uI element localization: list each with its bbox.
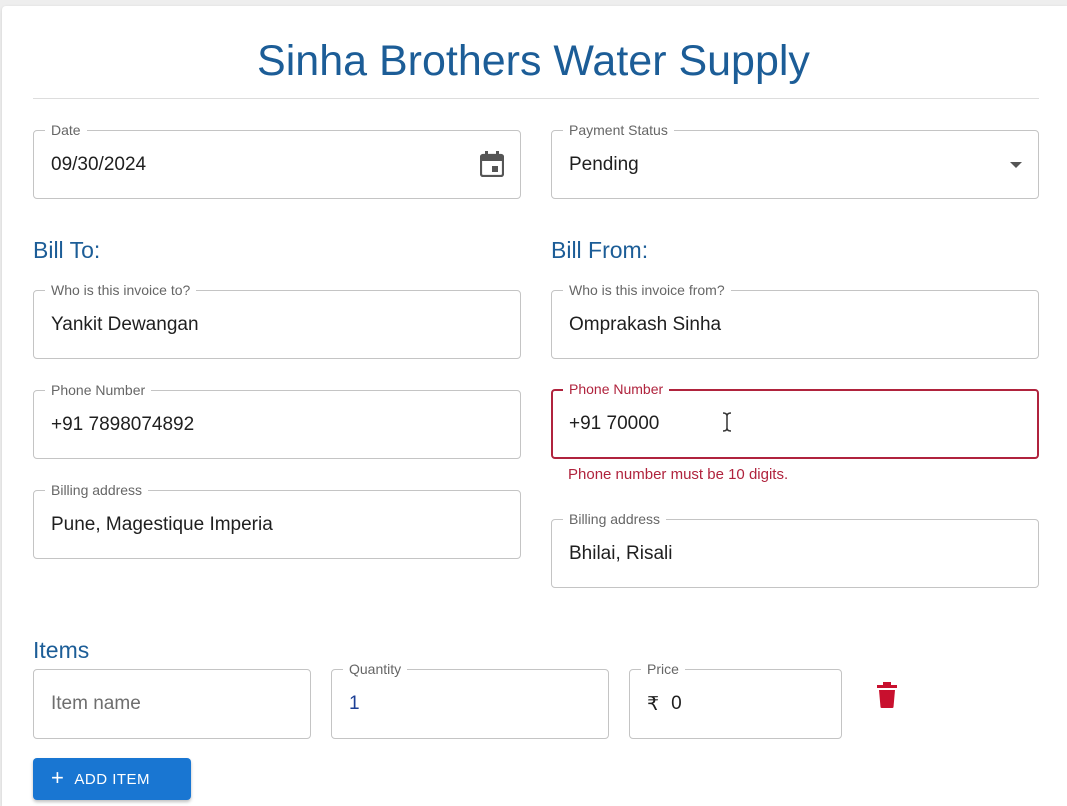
quantity-value: 1 xyxy=(349,693,360,714)
bill-from-phone-input[interactable]: Phone Number +91 70000 xyxy=(551,380,1039,459)
payment-status-select[interactable]: Payment Status Pending xyxy=(551,121,1039,199)
dropdown-caret-icon[interactable] xyxy=(1010,162,1022,168)
text-cursor-icon xyxy=(722,412,732,432)
bill-to-address-input[interactable]: Billing address Pune, Magestique Imperia xyxy=(33,481,521,559)
item-name-placeholder: Item name xyxy=(51,693,141,714)
bill-to-phone-input[interactable]: Phone Number +91 7898074892 xyxy=(33,381,521,459)
payment-status-value: Pending xyxy=(569,153,639,175)
bill-from-name-input[interactable]: Who is this invoice from? Omprakash Sinh… xyxy=(551,281,1039,359)
add-item-button[interactable]: + ADD ITEM xyxy=(33,758,191,800)
phone-error-text: Phone number must be 10 digits. xyxy=(568,466,789,483)
rupee-symbol: ₹ xyxy=(647,693,660,715)
page-title: Sinha Brothers Water Supply xyxy=(257,37,810,85)
bill-to-phone-value: +91 7898074892 xyxy=(51,413,195,435)
bill-from-address-value: Bhilai, Risali xyxy=(569,542,673,564)
bill-from-name-value: Omprakash Sinha xyxy=(569,313,722,335)
bill-to-name-input[interactable]: Who is this invoice to? Yankit Dewangan xyxy=(33,281,521,359)
quantity-input[interactable]: Quantity 1 xyxy=(331,660,609,739)
bill-from-address-input[interactable]: Billing address Bhilai, Risali xyxy=(551,510,1039,588)
bill-to-heading: Bill To: xyxy=(33,237,101,263)
items-heading: Items xyxy=(33,637,90,663)
date-field[interactable]: Date 09/30/2024 xyxy=(33,121,521,199)
bill-to-address-value: Pune, Magestique Imperia xyxy=(51,513,273,535)
bill-from-heading: Bill From: xyxy=(551,237,649,263)
date-value: 09/30/2024 xyxy=(51,153,147,175)
calendar-icon[interactable] xyxy=(480,151,504,177)
plus-icon: + xyxy=(51,765,65,790)
price-value-wrap: ₹ 0 xyxy=(647,670,682,738)
title-divider xyxy=(33,98,1039,99)
price-input[interactable]: Price ₹ 0 xyxy=(629,660,842,739)
bill-from-phone-value: +91 70000 xyxy=(569,413,660,434)
price-value: 0 xyxy=(671,693,682,714)
bill-to-name-value: Yankit Dewangan xyxy=(51,313,199,335)
delete-icon[interactable] xyxy=(876,682,898,708)
item-name-input[interactable]: Item name xyxy=(33,669,311,739)
